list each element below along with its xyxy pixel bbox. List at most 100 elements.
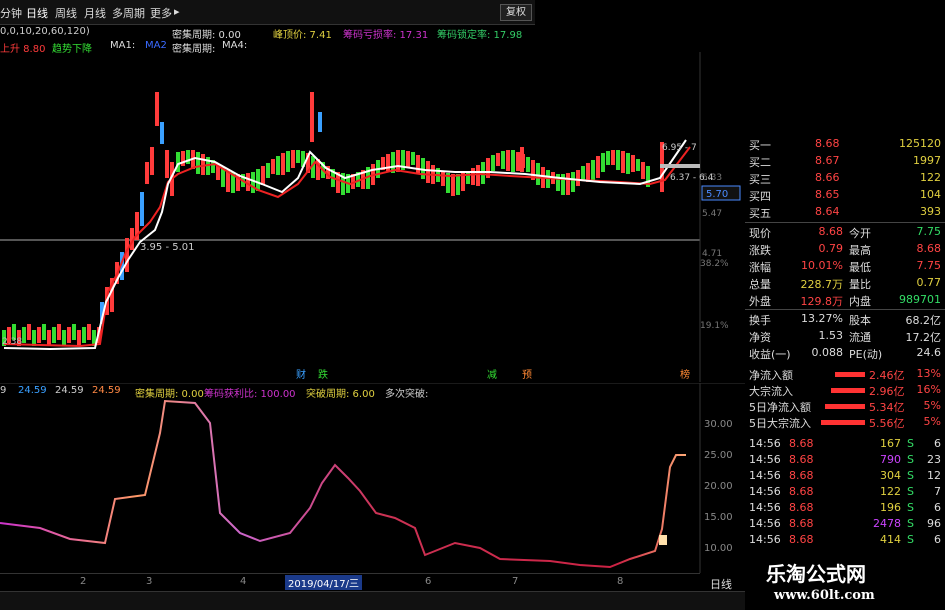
tab-weekly[interactable]: 周线	[55, 5, 77, 21]
flow-percent: 13%	[916, 367, 941, 380]
trade-count: 6	[934, 501, 941, 514]
stat-label: 量比	[849, 278, 871, 291]
flow-label: 5日净流入额	[749, 401, 811, 414]
axis-label-38-2: 38.2%	[700, 259, 729, 269]
site-watermark: 乐淘公式网 www.60lt.com	[752, 556, 945, 609]
candle	[160, 122, 164, 144]
flow-percent: 5%	[923, 415, 941, 428]
bid-label: 买二	[749, 156, 771, 169]
tab-more[interactable]: 更多	[150, 5, 172, 21]
ma-params: 0,0,10,20,60,120)	[0, 26, 90, 37]
candlestick-chart[interactable]: 5.70 6.33 5.47 4.71 38.2% 19.1% 3.95 - 5…	[0, 52, 745, 382]
candle	[596, 156, 600, 178]
chip-indicator-chart[interactable]: 30.00 25.00 20.00 15.00 10.00	[0, 383, 745, 573]
trade-count: 96	[927, 517, 941, 530]
candle	[22, 327, 26, 343]
stat-value: 0.77	[916, 276, 942, 289]
chip-loss-label: 筹码亏损率: 17.31	[343, 30, 429, 41]
stat-value: 989701	[899, 293, 941, 306]
date-axis: 2 3 4 2019/04/17/三 6 7 8 日线	[0, 573, 732, 592]
candle	[406, 151, 410, 167]
event-forecast[interactable]: 预	[522, 369, 532, 381]
quote-divider	[745, 222, 945, 223]
chevron-right-icon[interactable]: ▸	[174, 5, 180, 18]
date-tick-3: 3	[146, 576, 153, 587]
bid-price: 8.66	[815, 171, 840, 184]
trade-side: S	[907, 453, 914, 466]
candle	[601, 153, 605, 172]
flow-percent: 5%	[923, 399, 941, 412]
flow-value: 2.96亿	[869, 385, 905, 398]
watermark-url: www.60lt.com	[774, 588, 875, 603]
tab-monthly[interactable]: 月线	[84, 5, 106, 21]
stat-value: 24.6	[916, 346, 942, 359]
bid-price: 8.68	[815, 137, 840, 150]
tab-minute[interactable]: 分钟	[0, 5, 22, 21]
bid-price: 8.65	[815, 188, 840, 201]
tag-mid-range: 6.37 - 6.4	[670, 173, 714, 183]
candle	[318, 112, 322, 132]
trade-price: 8.68	[789, 501, 814, 514]
trade-price: 8.68	[789, 533, 814, 546]
trade-side: S	[907, 501, 914, 514]
candle	[82, 327, 86, 343]
bid-volume: 1997	[913, 154, 941, 167]
candle	[37, 327, 41, 343]
flow-value: 5.56亿	[869, 417, 905, 430]
candle	[291, 150, 295, 168]
candle	[631, 155, 635, 172]
tab-multi-period[interactable]: 多周期	[112, 5, 145, 21]
candle	[621, 151, 625, 173]
trade-time: 14:56	[749, 485, 781, 498]
trade-side: S	[907, 469, 914, 482]
period-selector[interactable]: 日线	[710, 576, 732, 592]
status-bar	[0, 591, 745, 610]
candle	[641, 162, 645, 179]
candle	[57, 324, 61, 340]
candle	[491, 155, 495, 171]
trade-volume: 2478	[873, 517, 901, 530]
candles-group	[2, 92, 664, 346]
date-tick-7: 7	[512, 576, 519, 587]
candle	[155, 92, 159, 126]
tab-daily[interactable]: 日线	[26, 5, 48, 21]
ma4-label: MA4:	[222, 40, 248, 51]
quote-divider-2	[745, 309, 945, 310]
candle	[276, 156, 280, 175]
candle	[286, 151, 290, 172]
restore-button[interactable]: 复权	[500, 4, 532, 21]
trade-price: 8.68	[789, 469, 814, 482]
inline-price-range: 3.95 - 5.01	[140, 242, 195, 253]
candle	[451, 174, 455, 196]
stat-label: 流通	[849, 331, 871, 344]
peak-price-label: 峰顶价: 7.41	[273, 30, 332, 41]
candle	[526, 157, 530, 172]
candle	[411, 152, 415, 165]
candle	[32, 330, 36, 346]
stat-label: PE(动)	[849, 348, 883, 361]
fund-flow-panel: 净流入额 2.46亿 13% 大宗流入 2.96亿 16% 5日净流入额 5.34亿 5% 5日大…	[745, 365, 945, 435]
event-reduce[interactable]: 减	[487, 369, 497, 381]
axis-label-5-47: 5.47	[702, 209, 722, 219]
stat-label: 现价	[749, 227, 771, 240]
stat-value: 8.68	[916, 242, 942, 255]
stat-label: 涨跌	[749, 244, 771, 257]
trade-side: S	[907, 517, 914, 530]
trade-volume: 196	[880, 501, 901, 514]
bid-label: 买四	[749, 190, 771, 203]
flow-bar	[831, 388, 865, 393]
candle	[441, 171, 445, 186]
bid-label: 买三	[749, 173, 771, 186]
stat-value: 10.01%	[801, 259, 843, 272]
candle	[626, 153, 630, 174]
event-drop[interactable]: 跌	[318, 368, 328, 381]
event-list[interactable]: 榜	[680, 368, 690, 381]
sub-y-tick: 20.00	[704, 481, 733, 492]
flow-value: 2.46亿	[869, 369, 905, 382]
event-finance[interactable]: 财	[296, 368, 306, 381]
flow-value: 5.34亿	[869, 401, 905, 414]
stat-label: 今开	[849, 227, 871, 240]
candle	[196, 152, 200, 174]
trade-count: 6	[934, 533, 941, 546]
trade-volume: 167	[880, 437, 901, 450]
